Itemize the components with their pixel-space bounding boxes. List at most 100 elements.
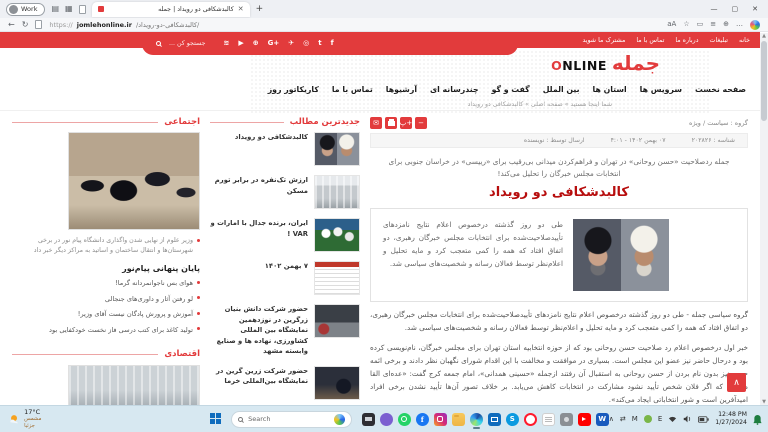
more-menu-icon[interactable]: …: [736, 21, 743, 28]
article-link[interactable]: آموزش و پرورش پادگان نیست آقای وزیر!: [78, 309, 193, 320]
nav-item[interactable]: کاریکاتور روز: [268, 85, 319, 94]
camera-icon[interactable]: [560, 413, 573, 426]
font-decrease-icon[interactable]: −: [415, 117, 427, 129]
hidden-icons-chevron[interactable]: ∧: [609, 416, 614, 423]
nav-item[interactable]: سرویس ها: [640, 85, 682, 94]
clock[interactable]: 12:48 PM 1/27/2024: [715, 411, 747, 427]
weather-widget[interactable]: 17°C مشمس جزئيا: [0, 408, 60, 429]
favorites-bar-icon[interactable]: ≡: [710, 21, 716, 28]
minimize-button[interactable]: —: [711, 5, 718, 13]
tray-app-icon[interactable]: ⇄: [620, 416, 626, 423]
article-link[interactable]: حضور شرکت دانش بنیان زرگرین در نوزدهمین …: [210, 304, 308, 357]
instagram-icon[interactable]: [434, 413, 447, 426]
list-item[interactable]: هوای بس ناجوانمردانه گرما!: [12, 278, 200, 289]
twitter-icon[interactable]: t: [318, 40, 321, 47]
opera-icon[interactable]: [524, 413, 537, 426]
notepad-icon[interactable]: [542, 413, 555, 426]
list-item[interactable]: ۷ بهمن ۱۴۰۲: [210, 261, 360, 295]
nav-item[interactable]: استان ها: [593, 85, 627, 94]
volume-icon[interactable]: [683, 415, 692, 423]
nav-item[interactable]: تماس با ما: [332, 85, 373, 94]
email-share-icon[interactable]: ✉: [370, 117, 382, 129]
collections-icon[interactable]: ⊕: [723, 21, 729, 28]
aparat-icon[interactable]: ⊕: [253, 40, 259, 47]
scrollbar-thumb[interactable]: [761, 41, 767, 121]
article-link[interactable]: پایان پنهانی پیام‌نور: [12, 264, 200, 273]
close-button[interactable]: ✕: [752, 5, 758, 13]
tab-close-icon[interactable]: ✕: [238, 5, 244, 13]
facebook-icon[interactable]: f: [416, 413, 429, 426]
list-item[interactable]: کالبدشکافی دو رویداد: [210, 132, 360, 166]
browser-tab[interactable]: کالبدشکافی دو رویداد | جمله ✕: [92, 2, 250, 17]
site-logo[interactable]: جمله ONLINE: [551, 53, 660, 73]
youtube-icon[interactable]: ▶: [238, 40, 243, 47]
article-link[interactable]: هوای بس ناجوانمردانه گرما!: [115, 278, 193, 289]
menu-item-subscribe[interactable]: مشترک ما شوید: [583, 37, 626, 44]
article-link[interactable]: لو رفتن آثار و داوری‌های جنجالی: [105, 294, 193, 305]
search-input[interactable]: جستجو کن ...: [169, 40, 206, 47]
search-icon[interactable]: [156, 41, 161, 46]
notification-bell-icon[interactable]: [753, 414, 762, 425]
browser-profile-button[interactable]: Work: [6, 3, 45, 16]
mail-icon[interactable]: [488, 413, 501, 426]
article-link[interactable]: حضور شرکت زرین گرین در نمایشگاه بین‌المل…: [210, 366, 308, 387]
workspaces-icon[interactable]: ▦: [65, 5, 73, 13]
google-plus-icon[interactable]: G+: [268, 40, 280, 47]
nav-item[interactable]: چندرسانه ای: [430, 85, 479, 94]
back-icon[interactable]: ←: [8, 21, 15, 29]
article-image[interactable]: [573, 219, 669, 291]
copilot-bird-icon[interactable]: [334, 414, 345, 425]
tab-actions-icon[interactable]: ▤: [51, 5, 59, 13]
photo-caption[interactable]: وزیر علوم از نهایی شدن واگذاری دانشگاه پ…: [12, 236, 200, 256]
page-icon[interactable]: [79, 5, 86, 14]
telegram-icon[interactable]: ✈: [288, 40, 294, 47]
menu-item-ads[interactable]: تبلیغات: [710, 37, 729, 44]
refresh-icon[interactable]: ↻: [22, 21, 29, 29]
menu-item-home[interactable]: خانه: [739, 37, 750, 44]
word-icon[interactable]: W: [596, 413, 609, 426]
tray-app-icon[interactable]: [644, 415, 652, 423]
menu-item-contact[interactable]: تماس با ما: [636, 37, 664, 44]
article-link[interactable]: تولید کاغذ برای کتب درسی فاز نخست خودکفا…: [49, 325, 193, 336]
print-icon[interactable]: [385, 117, 397, 129]
taskbar-search[interactable]: Search: [231, 411, 352, 428]
new-tab-button[interactable]: +: [256, 4, 264, 14]
battery-icon[interactable]: [698, 416, 709, 423]
nav-item[interactable]: گفت و گو: [492, 85, 530, 94]
article-link[interactable]: ایران، برنده جدال با امارات و VAR !: [210, 218, 308, 239]
list-item[interactable]: ارزش تک‌نفره در برابر تورم مسکن: [210, 175, 360, 209]
list-item[interactable]: تولید کاغذ برای کتب درسی فاز نخست خودکفا…: [12, 325, 200, 336]
start-button[interactable]: [210, 413, 221, 425]
youtube-icon[interactable]: [578, 413, 591, 426]
file-explorer-icon[interactable]: [452, 413, 465, 426]
nav-item[interactable]: آرشیوها: [386, 85, 417, 94]
nav-item[interactable]: بین الملل: [543, 85, 580, 94]
article-link[interactable]: ۷ بهمن ۱۴۰۲: [265, 261, 308, 272]
favorites-icon[interactable]: ☆: [683, 21, 689, 28]
split-screen-icon[interactable]: ▭: [697, 21, 704, 28]
tray-app-icon[interactable]: M: [632, 416, 638, 423]
list-item[interactable]: حضور شرکت دانش بنیان زرگرین در نوزدهمین …: [210, 304, 360, 357]
text-size-icon[interactable]: aA: [667, 21, 676, 28]
scroll-to-top-button[interactable]: ∧: [727, 373, 746, 392]
wifi-icon[interactable]: [668, 415, 677, 423]
menu-item-about[interactable]: درباره ما: [675, 37, 698, 44]
facebook-icon[interactable]: f: [331, 40, 334, 47]
article-link[interactable]: ارزش تک‌نفره در برابر تورم مسکن: [210, 175, 308, 196]
font-increase-icon[interactable]: پ+: [400, 117, 412, 129]
list-item[interactable]: ایران، برنده جدال با امارات و VAR !: [210, 218, 360, 252]
rss-icon[interactable]: ≋: [224, 40, 230, 47]
app-icon-device[interactable]: [362, 413, 375, 426]
economy-photo[interactable]: [68, 365, 200, 405]
social-photo[interactable]: [68, 132, 200, 230]
article-link[interactable]: کالبدشکافی دو رویداد: [235, 132, 308, 143]
maximize-button[interactable]: ▢: [732, 5, 739, 13]
list-item[interactable]: لو رفتن آثار و داوری‌های جنجالی: [12, 294, 200, 305]
list-item[interactable]: حضور شرکت زرین گرین در نمایشگاه بین‌المل…: [210, 366, 360, 400]
whatsapp-icon[interactable]: [398, 413, 411, 426]
edge-browser-icon[interactable]: [470, 413, 483, 426]
scroll-up-icon[interactable]: ▲: [762, 33, 766, 39]
list-item[interactable]: آموزش و پرورش پادگان نیست آقای وزیر!: [12, 309, 200, 320]
app-icon-chat[interactable]: [380, 413, 393, 426]
url-field[interactable]: https://jomlehonline.ir/کالبدشکافی-دو-رو…: [49, 21, 660, 29]
